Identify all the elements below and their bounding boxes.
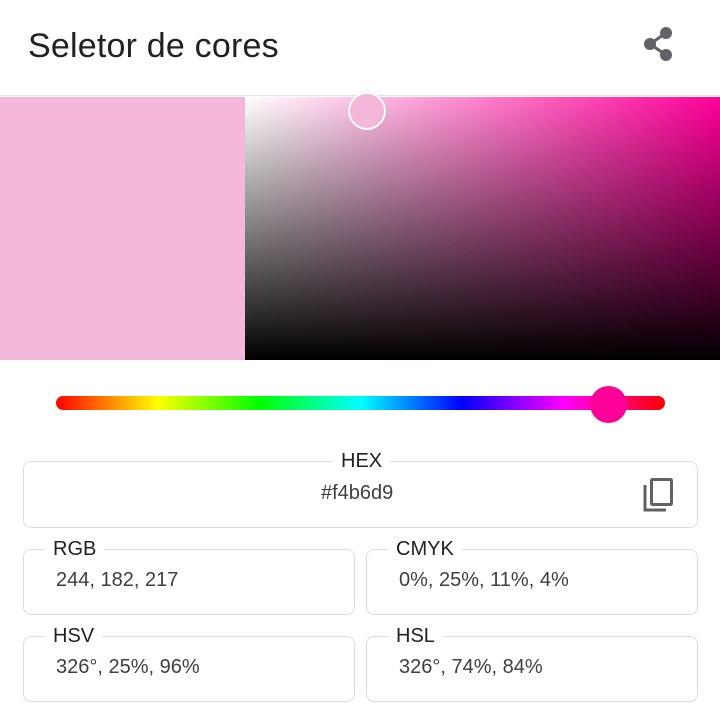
hsl-label: HSL [388,622,443,650]
page-title: Seletor de cores [28,27,279,65]
app-header: Seletor de cores [0,0,720,96]
cmyk-value[interactable]: 0%, 25%, 11%, 4% [399,566,569,594]
color-preview-swatch [0,97,245,360]
hex-field[interactable]: HEX #f4b6d9 [23,447,698,528]
share-button[interactable] [636,22,680,66]
hsv-field[interactable]: HSV 326°, 25%, 96% [23,622,355,702]
hsl-value[interactable]: 326°, 74%, 84% [399,653,543,681]
rgb-label: RGB [45,535,105,563]
hex-label: HEX [333,447,391,475]
value-gradient [245,97,720,360]
share-icon [644,27,672,61]
hsl-field[interactable]: HSL 326°, 74%, 84% [366,622,698,702]
saturation-value-handle[interactable] [348,92,386,130]
hsv-value[interactable]: 326°, 25%, 96% [56,653,200,681]
rgb-value[interactable]: 244, 182, 217 [56,566,178,594]
cmyk-label: CMYK [388,535,462,563]
hex-value[interactable]: #f4b6d9 [321,479,393,507]
saturation-value-picker[interactable] [245,97,720,360]
copy-icon [643,478,673,512]
hue-slider-handle[interactable] [590,386,627,423]
cmyk-field[interactable]: CMYK 0%, 25%, 11%, 4% [366,535,698,615]
hsv-label: HSV [45,622,103,650]
copy-button[interactable] [641,476,675,514]
hue-slider[interactable] [56,396,665,410]
rgb-field[interactable]: RGB 244, 182, 217 [23,535,355,615]
